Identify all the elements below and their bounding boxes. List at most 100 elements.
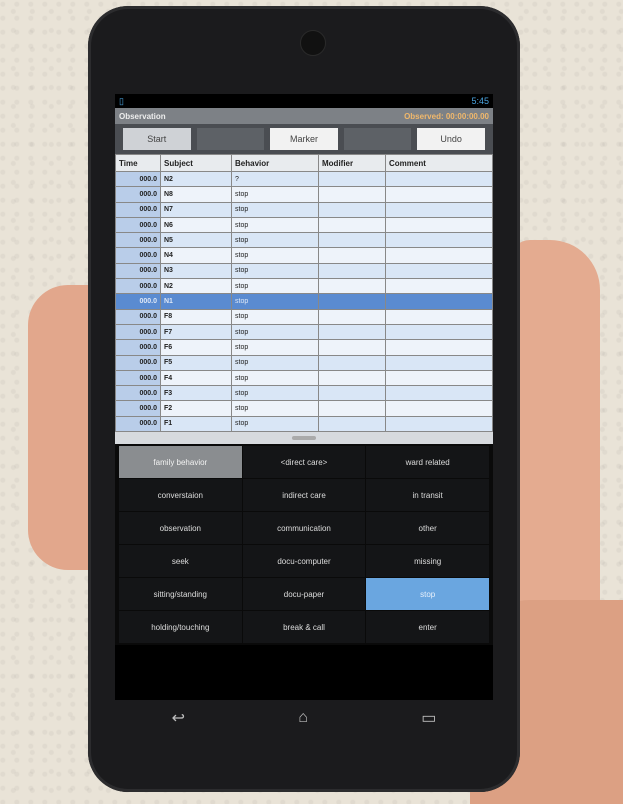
row-subject: F4 (160, 369, 232, 387)
row-behavior: stop (231, 278, 319, 295)
row-modifier (318, 232, 386, 249)
table-row[interactable]: 000.0 N6 stop (115, 216, 493, 234)
row-behavior: stop (231, 339, 319, 356)
row-behavior: stop (231, 201, 319, 218)
table-row[interactable]: 000.0 N2 stop (115, 278, 493, 295)
behavior-button[interactable]: ward related (366, 446, 489, 479)
row-comment (385, 415, 493, 433)
split-divider[interactable] (115, 432, 493, 445)
behavior-button[interactable]: in transit (366, 479, 489, 512)
row-behavior: stop (231, 232, 319, 249)
right-hand (510, 240, 600, 660)
row-time: 000.0 (115, 278, 161, 295)
row-behavior: stop (231, 323, 319, 341)
row-subject: F8 (160, 308, 232, 325)
behavior-button[interactable]: missing (366, 545, 489, 578)
header-modifier: Modifier (318, 154, 386, 172)
row-modifier (318, 400, 386, 417)
row-behavior: stop (231, 247, 319, 264)
start-button[interactable]: Start (123, 128, 191, 150)
row-subject: N6 (160, 216, 232, 234)
row-comment (385, 216, 493, 234)
table-row[interactable]: 000.0 F6 stop (115, 339, 493, 356)
table-row[interactable]: 000.0 N1 stop (115, 293, 493, 310)
row-subject: F2 (160, 400, 232, 417)
table-row[interactable]: 000.0 F2 stop (115, 400, 493, 417)
behavior-button[interactable]: docu-computer (242, 545, 366, 578)
row-time: 000.0 (115, 415, 161, 433)
row-comment (385, 400, 493, 417)
behavior-button[interactable]: other (366, 512, 489, 545)
header-subject: Subject (160, 154, 232, 172)
behavior-button[interactable]: indirect care (242, 479, 366, 512)
row-comment (385, 201, 493, 218)
row-time: 000.0 (115, 369, 161, 387)
table-row[interactable]: 000.0 F8 stop (115, 308, 493, 325)
marker-button[interactable]: Marker (270, 128, 338, 150)
row-time: 000.0 (115, 339, 161, 356)
table-row[interactable]: 000.0 F5 stop (115, 354, 493, 371)
status-time: 5:45 (471, 96, 489, 106)
undo-button[interactable]: Undo (417, 128, 485, 150)
row-modifier (318, 385, 386, 402)
behavior-button[interactable]: docu-paper (242, 578, 366, 611)
table-row[interactable]: 000.0 N8 stop (115, 186, 493, 203)
row-comment (385, 232, 493, 249)
behavior-button[interactable]: observation (119, 512, 242, 545)
row-behavior: stop (231, 369, 319, 387)
row-comment (385, 308, 493, 325)
row-comment (385, 278, 493, 295)
row-comment (385, 323, 493, 341)
table-row[interactable]: 000.0 N3 stop (115, 262, 493, 280)
android-nav-bar: ↩ ⌂ ▭ (115, 700, 493, 736)
row-behavior: stop (231, 354, 319, 371)
behavior-button[interactable]: family behavior (119, 446, 242, 479)
row-modifier (318, 323, 386, 341)
behavior-button[interactable]: <direct care> (242, 446, 366, 479)
row-modifier (318, 354, 386, 371)
row-subject: N1 (160, 293, 232, 310)
table-row[interactable]: 000.0 N7 stop (115, 201, 493, 218)
toolbar: Start Marker Undo (115, 124, 493, 154)
row-time: 000.0 (115, 354, 161, 371)
back-icon[interactable]: ↩ (172, 708, 185, 728)
notification-icon: ▯ (119, 95, 124, 106)
table-row[interactable]: 000.0 F4 stop (115, 369, 493, 387)
drag-handle-icon[interactable] (292, 436, 316, 441)
table-row[interactable]: 000.0 F7 stop (115, 323, 493, 341)
behavior-button[interactable]: enter (366, 611, 489, 644)
behavior-button[interactable]: holding/touching (119, 611, 242, 644)
behavior-button[interactable]: sitting/standing (119, 578, 242, 611)
disabled-button-1[interactable] (196, 128, 265, 150)
row-modifier (318, 339, 386, 356)
behavior-button[interactable]: break & call (242, 611, 366, 644)
row-modifier (318, 278, 386, 295)
disabled-button-2[interactable] (343, 128, 412, 150)
row-time: 000.0 (115, 247, 161, 264)
row-behavior: ? (231, 170, 319, 188)
row-comment (385, 186, 493, 203)
row-subject: N3 (160, 262, 232, 280)
table-row[interactable]: 000.0 N4 stop (115, 247, 493, 264)
table-row[interactable]: 000.0 N5 stop (115, 232, 493, 249)
behavior-button[interactable]: converstaion (119, 479, 242, 512)
header-comment: Comment (385, 154, 493, 172)
behavior-button[interactable]: stop (366, 578, 489, 611)
row-comment (385, 369, 493, 387)
table-row[interactable]: 000.0 F1 stop (115, 415, 493, 433)
row-modifier (318, 262, 386, 280)
behavior-button[interactable]: seek (119, 545, 242, 578)
row-subject: N4 (160, 247, 232, 264)
row-time: 000.0 (115, 308, 161, 325)
home-icon[interactable]: ⌂ (298, 709, 308, 727)
row-behavior: stop (231, 216, 319, 234)
table-row[interactable]: 000.0 N2? (115, 170, 493, 188)
row-comment (385, 262, 493, 280)
behavior-button[interactable]: communication (242, 512, 366, 545)
row-behavior: stop (231, 308, 319, 325)
row-subject: N2 (160, 170, 232, 188)
recent-apps-icon[interactable]: ▭ (421, 708, 436, 728)
table-row[interactable]: 000.0 F3 stop (115, 385, 493, 402)
row-behavior: stop (231, 415, 319, 433)
row-subject: F3 (160, 385, 232, 402)
